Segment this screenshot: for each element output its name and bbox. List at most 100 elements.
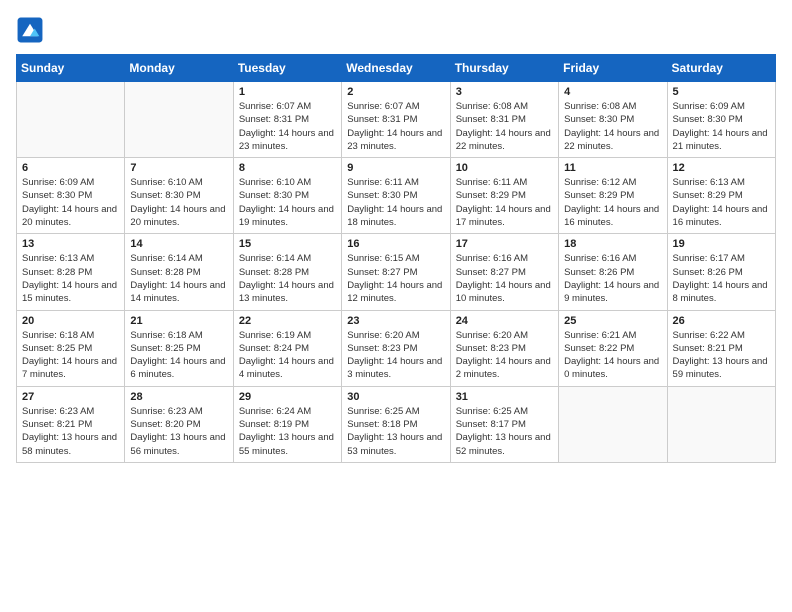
day-number: 3	[456, 86, 553, 98]
calendar-week-row: 13Sunrise: 6:13 AM Sunset: 8:28 PM Dayli…	[17, 234, 776, 310]
calendar-cell: 30 Sunrise: 6:25 AM Sunset: 8:18 PM Dayli…	[342, 386, 450, 462]
day-number: 11	[564, 162, 661, 174]
day-number: 12	[673, 162, 770, 174]
calendar-cell: 17 Sunrise: 6:16 AM Sunset: 8:27 PM Dayli…	[450, 234, 558, 310]
day-info: Sunrise: 6:25 AM Sunset: 8:18 PM Dayligh…	[347, 405, 444, 458]
calendar-cell: 18 Sunrise: 6:16 AM Sunset: 8:26 PM Dayli…	[559, 234, 667, 310]
day-info: Sunrise: 6:11 AM Sunset: 8:29 PM Dayligh…	[456, 176, 553, 229]
day-info: Sunrise: 6:10 AM Sunset: 8:30 PM Dayligh…	[130, 176, 227, 229]
calendar-cell: 19Sunrise: 6:17 AM Sunset: 8:26 PM Dayli…	[667, 234, 775, 310]
calendar-cell: 31 Sunrise: 6:25 AM Sunset: 8:17 PM Dayli…	[450, 386, 558, 462]
calendar-cell: 28 Sunrise: 6:23 AM Sunset: 8:20 PM Dayli…	[125, 386, 233, 462]
calendar-cell: 26Sunrise: 6:22 AM Sunset: 8:21 PM Dayli…	[667, 310, 775, 386]
day-info: Sunrise: 6:16 AM Sunset: 8:27 PM Dayligh…	[456, 252, 553, 305]
calendar-day-header: Sunday	[17, 55, 125, 82]
calendar-cell: 21 Sunrise: 6:18 AM Sunset: 8:25 PM Dayli…	[125, 310, 233, 386]
calendar-day-header: Thursday	[450, 55, 558, 82]
calendar-cell: 25 Sunrise: 6:21 AM Sunset: 8:22 PM Dayli…	[559, 310, 667, 386]
calendar-week-row: 1 Sunrise: 6:07 AM Sunset: 8:31 PM Daylig…	[17, 82, 776, 158]
day-info: Sunrise: 6:16 AM Sunset: 8:26 PM Dayligh…	[564, 252, 661, 305]
day-info: Sunrise: 6:18 AM Sunset: 8:25 PM Dayligh…	[130, 329, 227, 382]
day-number: 8	[239, 162, 336, 174]
day-info: Sunrise: 6:12 AM Sunset: 8:29 PM Dayligh…	[564, 176, 661, 229]
calendar-cell: 13Sunrise: 6:13 AM Sunset: 8:28 PM Dayli…	[17, 234, 125, 310]
calendar-day-header: Friday	[559, 55, 667, 82]
day-info: Sunrise: 6:19 AM Sunset: 8:24 PM Dayligh…	[239, 329, 336, 382]
day-info: Sunrise: 6:25 AM Sunset: 8:17 PM Dayligh…	[456, 405, 553, 458]
day-number: 24	[456, 315, 553, 327]
day-number: 4	[564, 86, 661, 98]
calendar-cell: 4 Sunrise: 6:08 AM Sunset: 8:30 PM Daylig…	[559, 82, 667, 158]
calendar-cell	[17, 82, 125, 158]
calendar-cell	[559, 386, 667, 462]
day-number: 23	[347, 315, 444, 327]
day-info: Sunrise: 6:09 AM Sunset: 8:30 PM Dayligh…	[22, 176, 119, 229]
calendar-cell: 14 Sunrise: 6:14 AM Sunset: 8:28 PM Dayli…	[125, 234, 233, 310]
day-info: Sunrise: 6:13 AM Sunset: 8:28 PM Dayligh…	[22, 252, 119, 305]
calendar-day-header: Saturday	[667, 55, 775, 82]
day-number: 2	[347, 86, 444, 98]
calendar-cell: 24 Sunrise: 6:20 AM Sunset: 8:23 PM Dayli…	[450, 310, 558, 386]
day-info: Sunrise: 6:08 AM Sunset: 8:30 PM Dayligh…	[564, 100, 661, 153]
calendar-cell: 12 Sunrise: 6:13 AM Sunset: 8:29 PM Dayli…	[667, 158, 775, 234]
day-number: 20	[22, 315, 119, 327]
day-number: 1	[239, 86, 336, 98]
calendar-cell: 23Sunrise: 6:20 AM Sunset: 8:23 PM Dayli…	[342, 310, 450, 386]
calendar-cell	[667, 386, 775, 462]
day-info: Sunrise: 6:10 AM Sunset: 8:30 PM Dayligh…	[239, 176, 336, 229]
day-number: 6	[22, 162, 119, 174]
calendar-cell: 15Sunrise: 6:14 AM Sunset: 8:28 PM Dayli…	[233, 234, 341, 310]
day-number: 21	[130, 315, 227, 327]
day-number: 17	[456, 238, 553, 250]
calendar-cell: 2 Sunrise: 6:07 AM Sunset: 8:31 PM Daylig…	[342, 82, 450, 158]
day-info: Sunrise: 6:08 AM Sunset: 8:31 PM Dayligh…	[456, 100, 553, 153]
calendar-header-row: SundayMondayTuesdayWednesdayThursdayFrid…	[17, 55, 776, 82]
calendar-cell: 9 Sunrise: 6:11 AM Sunset: 8:30 PM Daylig…	[342, 158, 450, 234]
day-info: Sunrise: 6:23 AM Sunset: 8:20 PM Dayligh…	[130, 405, 227, 458]
calendar-cell: 6 Sunrise: 6:09 AM Sunset: 8:30 PM Daylig…	[17, 158, 125, 234]
day-number: 5	[673, 86, 770, 98]
day-number: 14	[130, 238, 227, 250]
calendar-day-header: Tuesday	[233, 55, 341, 82]
logo-icon	[16, 16, 44, 44]
calendar-week-row: 27Sunrise: 6:23 AM Sunset: 8:21 PM Dayli…	[17, 386, 776, 462]
calendar-cell: 8 Sunrise: 6:10 AM Sunset: 8:30 PM Daylig…	[233, 158, 341, 234]
day-number: 30	[347, 391, 444, 403]
day-number: 29	[239, 391, 336, 403]
day-number: 10	[456, 162, 553, 174]
calendar-table: SundayMondayTuesdayWednesdayThursdayFrid…	[16, 54, 776, 463]
day-info: Sunrise: 6:14 AM Sunset: 8:28 PM Dayligh…	[130, 252, 227, 305]
day-number: 19	[673, 238, 770, 250]
calendar-cell: 20 Sunrise: 6:18 AM Sunset: 8:25 PM Dayli…	[17, 310, 125, 386]
day-info: Sunrise: 6:07 AM Sunset: 8:31 PM Dayligh…	[239, 100, 336, 153]
day-number: 25	[564, 315, 661, 327]
day-info: Sunrise: 6:21 AM Sunset: 8:22 PM Dayligh…	[564, 329, 661, 382]
calendar-week-row: 20 Sunrise: 6:18 AM Sunset: 8:25 PM Dayli…	[17, 310, 776, 386]
calendar-cell: 1 Sunrise: 6:07 AM Sunset: 8:31 PM Daylig…	[233, 82, 341, 158]
day-info: Sunrise: 6:13 AM Sunset: 8:29 PM Dayligh…	[673, 176, 770, 229]
day-info: Sunrise: 6:18 AM Sunset: 8:25 PM Dayligh…	[22, 329, 119, 382]
day-info: Sunrise: 6:22 AM Sunset: 8:21 PM Dayligh…	[673, 329, 770, 382]
calendar-cell: 5 Sunrise: 6:09 AM Sunset: 8:30 PM Daylig…	[667, 82, 775, 158]
day-number: 18	[564, 238, 661, 250]
day-number: 16	[347, 238, 444, 250]
day-number: 7	[130, 162, 227, 174]
day-info: Sunrise: 6:07 AM Sunset: 8:31 PM Dayligh…	[347, 100, 444, 153]
day-number: 9	[347, 162, 444, 174]
calendar-cell: 27Sunrise: 6:23 AM Sunset: 8:21 PM Dayli…	[17, 386, 125, 462]
day-info: Sunrise: 6:23 AM Sunset: 8:21 PM Dayligh…	[22, 405, 119, 458]
day-info: Sunrise: 6:14 AM Sunset: 8:28 PM Dayligh…	[239, 252, 336, 305]
logo	[16, 16, 48, 44]
day-info: Sunrise: 6:24 AM Sunset: 8:19 PM Dayligh…	[239, 405, 336, 458]
calendar-cell: 7 Sunrise: 6:10 AM Sunset: 8:30 PM Daylig…	[125, 158, 233, 234]
day-info: Sunrise: 6:11 AM Sunset: 8:30 PM Dayligh…	[347, 176, 444, 229]
day-info: Sunrise: 6:09 AM Sunset: 8:30 PM Dayligh…	[673, 100, 770, 153]
day-info: Sunrise: 6:20 AM Sunset: 8:23 PM Dayligh…	[456, 329, 553, 382]
calendar-week-row: 6 Sunrise: 6:09 AM Sunset: 8:30 PM Daylig…	[17, 158, 776, 234]
calendar-cell: 22 Sunrise: 6:19 AM Sunset: 8:24 PM Dayli…	[233, 310, 341, 386]
calendar-day-header: Wednesday	[342, 55, 450, 82]
day-number: 31	[456, 391, 553, 403]
day-number: 28	[130, 391, 227, 403]
calendar-day-header: Monday	[125, 55, 233, 82]
day-number: 22	[239, 315, 336, 327]
